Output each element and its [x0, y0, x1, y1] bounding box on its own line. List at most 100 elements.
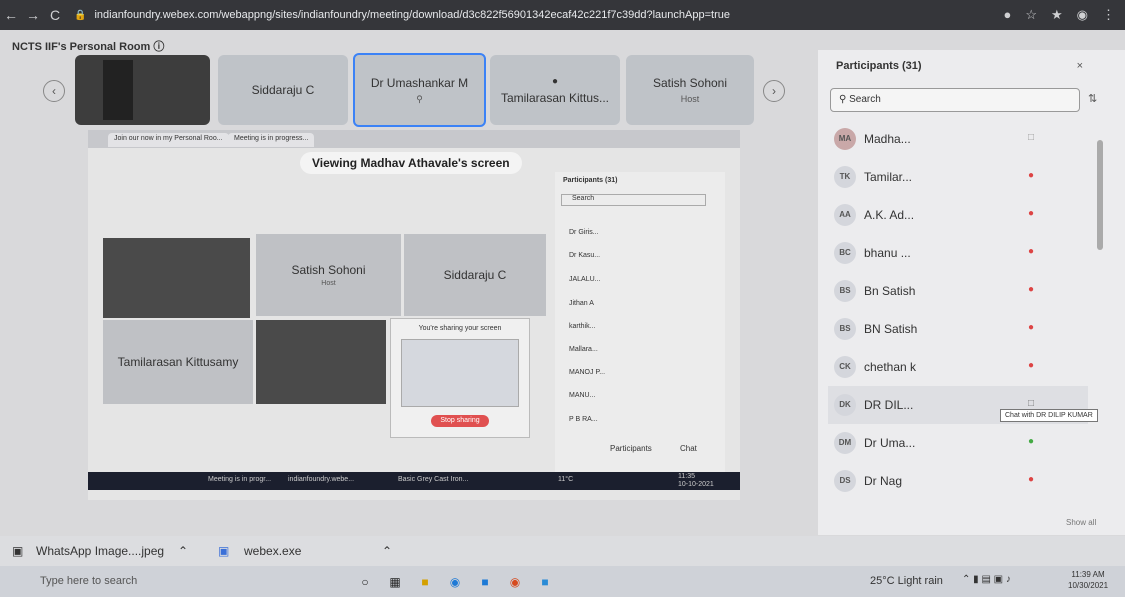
participant-name: DR DIL...	[864, 398, 914, 412]
next-video-button[interactable]: ›	[763, 80, 785, 102]
clock-date: 10/30/2021	[1068, 581, 1109, 590]
prev-video-button[interactable]: ‹	[43, 80, 65, 102]
shared-participants-button: Participants	[610, 444, 652, 453]
photos-icon[interactable]: ■	[535, 572, 555, 592]
weather[interactable]: 25°C Light rain	[870, 575, 943, 587]
taskbar-search[interactable]: Type here to search	[40, 575, 137, 587]
key-icon[interactable]: ●	[1003, 7, 1011, 23]
participants-title: Participants (31)	[836, 60, 922, 72]
shared-participant-row: Mallara...	[555, 346, 725, 360]
url-field[interactable]: indianfoundry.webex.com/webappng/sites/i…	[94, 9, 794, 21]
clock[interactable]: 11:39 AM 10/30/2021	[1068, 569, 1108, 591]
cortana-icon[interactable]: ○	[355, 572, 375, 592]
chevron-up-icon[interactable]: ⌃	[382, 544, 392, 558]
shared-participant-name: P B RA...	[569, 416, 598, 423]
chevron-up-icon[interactable]: ⌃	[178, 544, 188, 558]
participant-row[interactable]: DS Dr Nag ●	[828, 462, 1088, 500]
shared-participants-title: Participants (31)	[563, 177, 618, 184]
avatar: MA	[834, 128, 856, 150]
mute-icon: ●	[551, 75, 559, 87]
participant-row[interactable]: AA A.K. Ad... ●	[828, 196, 1088, 234]
stop-sharing-button[interactable]: Stop sharing	[431, 415, 489, 427]
participant-name: chethan k	[864, 360, 917, 374]
mute-icon: ●	[1028, 284, 1035, 295]
mute-icon: ●	[1028, 474, 1035, 485]
video-tile-satish[interactable]: Satish Sohoni Host	[626, 55, 754, 125]
shared-tile-satish: Satish Sohoni Host	[256, 234, 401, 316]
browser-address-bar: ← → C 🔒 indianfoundry.webex.com/webappng…	[0, 0, 1125, 30]
chat-icon[interactable]: □	[1028, 398, 1034, 409]
extensions-icon[interactable]: ★	[1051, 7, 1063, 23]
edge-icon[interactable]: ◉	[445, 572, 465, 592]
shared-participant-name: Jithan A	[569, 300, 594, 307]
shared-video-tile	[103, 238, 250, 318]
forward-button[interactable]: →	[22, 7, 44, 23]
participants-scrollbar[interactable]	[1097, 140, 1103, 250]
participant-name: Tamilar...	[864, 170, 913, 184]
participant-row[interactable]: DM Dr Uma... ●	[828, 424, 1088, 462]
profile-icon[interactable]: ◉	[1077, 7, 1088, 23]
tray-icons[interactable]: ⌃ ▮ ▤ ▣ ♪	[962, 574, 1011, 585]
show-all-link[interactable]: Show all	[1066, 518, 1096, 527]
participant-row[interactable]: BS Bn Satish ●	[828, 272, 1088, 310]
reload-button[interactable]: C	[44, 7, 66, 23]
participant-row[interactable]: TK Tamilar... ●	[828, 158, 1088, 196]
download-item[interactable]: WhatsApp Image....jpeg	[36, 544, 164, 558]
shared-participant-row: Dr Kasu...	[555, 252, 725, 266]
avatar: DK	[834, 394, 856, 416]
video-tile-tamilarasan[interactable]: ● Tamilarasan Kittus...	[490, 55, 620, 125]
close-icon[interactable]: ×	[1077, 60, 1083, 72]
shared-tile-name: Satish Sohoni	[291, 263, 366, 277]
video-tile-self[interactable]	[75, 55, 210, 125]
shared-participant-row: JALALU...	[555, 276, 725, 290]
avatar: DM	[834, 432, 856, 454]
tile-name: Dr Umashankar M	[370, 75, 469, 90]
host-label: Host	[680, 94, 700, 104]
participant-row[interactable]: BC bhanu ... ●	[828, 234, 1088, 272]
sort-icon[interactable]: ⇅	[1088, 92, 1097, 105]
video-tile-umashankar[interactable]: Dr Umashankar M ⚲	[353, 53, 486, 127]
shared-participant-name: Dr Kasu...	[569, 252, 601, 259]
participant-row[interactable]: MA Madha... □	[828, 120, 1088, 158]
shared-tile-name: Siddaraju C	[443, 268, 507, 282]
back-button[interactable]: ←	[0, 7, 22, 23]
participant-row[interactable]: BS BN Satish ●	[828, 310, 1088, 348]
webex-icon: ▣	[218, 544, 230, 558]
shared-taskbar: Meeting is in progr... indianfoundry.web…	[88, 472, 740, 490]
chrome-icon[interactable]: ◉	[505, 572, 525, 592]
avatar: BC	[834, 242, 856, 264]
shared-participant-row: Dr Giris...	[555, 229, 725, 243]
mute-icon: ●	[1028, 246, 1035, 257]
shared-date: 10-10-2021	[678, 481, 714, 488]
search-placeholder: Search	[849, 94, 881, 105]
mic-icon: ⚲	[416, 93, 423, 104]
menu-icon[interactable]: ⋮	[1102, 7, 1115, 23]
file-explorer-icon[interactable]: ■	[415, 572, 435, 592]
download-item[interactable]: webex.exe	[244, 544, 301, 558]
participants-search-input[interactable]: ⚲ Search	[830, 88, 1080, 112]
shared-participant-row: MANOJ P...	[555, 369, 725, 383]
screen: ← → C 🔒 indianfoundry.webex.com/webappng…	[0, 0, 1125, 597]
shared-participant-row: MANU...	[555, 392, 725, 406]
shared-taskbar-item: indianfoundry.webe...	[288, 476, 355, 483]
downloads-bar: ▣ WhatsApp Image....jpeg ⌃ ▣ webex.exe ⌃	[0, 536, 1125, 566]
task-view-icon[interactable]: ▦	[385, 572, 405, 592]
shared-participant-name: JALALU...	[569, 276, 601, 283]
participant-name: bhanu ...	[864, 246, 911, 260]
shared-host-label: Host	[321, 280, 336, 287]
participants-panel: Participants (31) × ⚲ Search ⇅ MA Madha.…	[818, 50, 1125, 535]
shared-taskbar-item: Meeting is in progr...	[208, 476, 272, 483]
shared-tab: Join our now in my Personal Roo...	[108, 133, 229, 147]
shared-participant-name: MANOJ P...	[569, 369, 606, 376]
shared-time: 11:35	[678, 473, 695, 480]
participant-row[interactable]: CK chethan k ●	[828, 348, 1088, 386]
tile-name: Tamilarasan Kittus...	[500, 90, 610, 105]
participant-name: Dr Uma...	[864, 436, 916, 450]
shared-participant-row: Jithan A	[555, 300, 725, 314]
star-icon[interactable]: ☆	[1025, 7, 1037, 23]
shared-search-label: Search	[572, 195, 595, 202]
video-tile-siddaraju[interactable]: Siddaraju C	[218, 55, 348, 125]
store-icon[interactable]: ■	[475, 572, 495, 592]
video-person	[102, 60, 133, 120]
lock-icon: 🔒	[74, 9, 87, 21]
